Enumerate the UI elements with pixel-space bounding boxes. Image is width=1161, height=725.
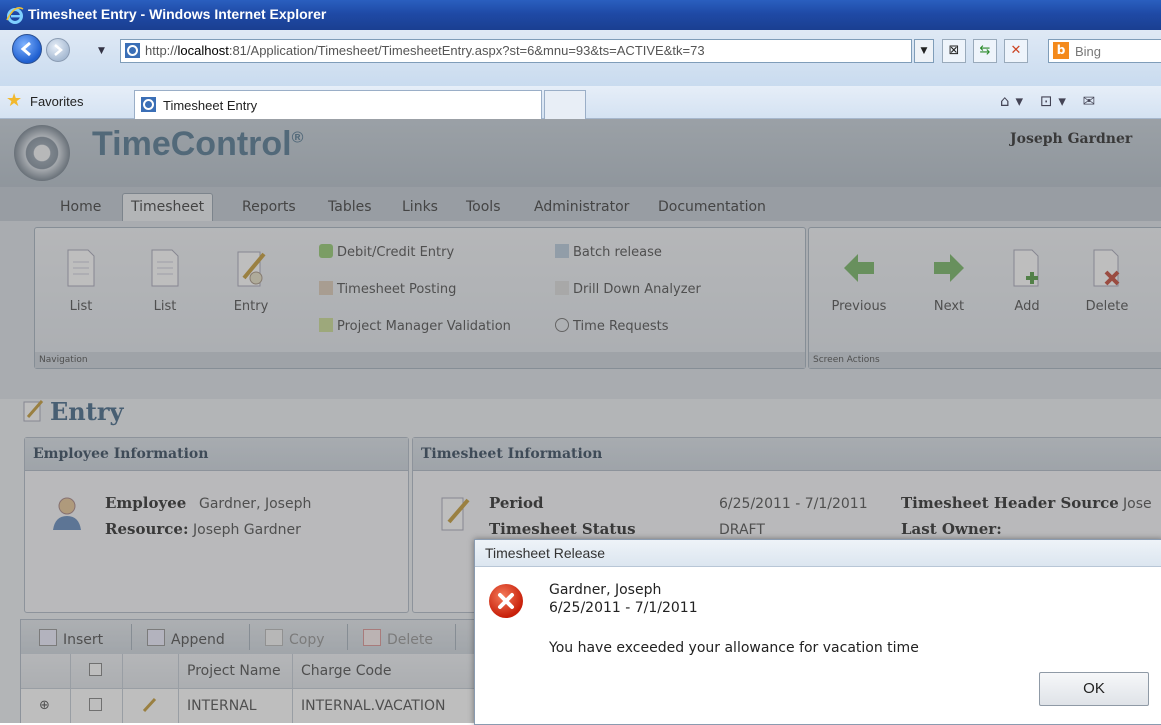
forward-arrow-icon [54,44,63,56]
error-x-icon [498,593,514,609]
address-url: http://localhost:81/Application/Timeshee… [145,43,705,58]
browser-toolbar: ▼ http://localhost:81/Application/Timesh… [0,30,1161,86]
back-arrow-icon [20,41,31,57]
compatibility-view-icon[interactable]: ⊠ [942,39,966,63]
new-tab-button[interactable] [544,90,586,120]
dialog-period: 6/25/2011 - 7/1/2011 [549,600,698,616]
error-icon [489,584,523,618]
timesheet-release-dialog: Timesheet Release Gardner, Joseph 6/25/2… [474,539,1161,725]
ok-button[interactable]: OK [1039,672,1149,706]
ie-logo-icon [6,7,24,24]
stop-icon[interactable]: ✕ [1004,39,1028,63]
forward-button[interactable] [46,38,70,62]
page-favicon-icon [125,43,140,58]
favorites-button[interactable]: Favorites [30,94,83,109]
back-button[interactable] [12,34,42,64]
tab-favicon-icon [141,97,156,112]
recent-pages-dropdown-icon[interactable]: ▼ [98,46,105,56]
dialog-title: Timesheet Release [475,540,1161,567]
dialog-employee-name: Gardner, Joseph [549,582,662,598]
bing-icon: b [1053,42,1069,59]
search-placeholder: Bing [1075,44,1102,59]
command-bar-icons[interactable]: ⌂▾ ⊡▾ ✉ [1000,92,1101,110]
window-title: Timesheet Entry - Windows Internet Explo… [28,6,327,22]
search-box[interactable]: b Bing [1048,39,1161,63]
favorites-star-icon[interactable]: ★ [6,92,22,110]
browser-tab[interactable]: Timesheet Entry [134,90,542,119]
favorites-bar: ★ Favorites Timesheet Entry ⌂▾ ⊡▾ ✉ [0,86,1161,120]
refresh-icon[interactable]: ⇆ [973,39,997,63]
address-dropdown-icon[interactable]: ▼ [914,39,934,63]
tab-title: Timesheet Entry [163,98,258,113]
window-title-bar: Timesheet Entry - Windows Internet Explo… [0,0,1161,30]
dialog-message: You have exceeded your allowance for vac… [549,640,919,656]
address-bar[interactable]: http://localhost:81/Application/Timeshee… [120,39,912,63]
